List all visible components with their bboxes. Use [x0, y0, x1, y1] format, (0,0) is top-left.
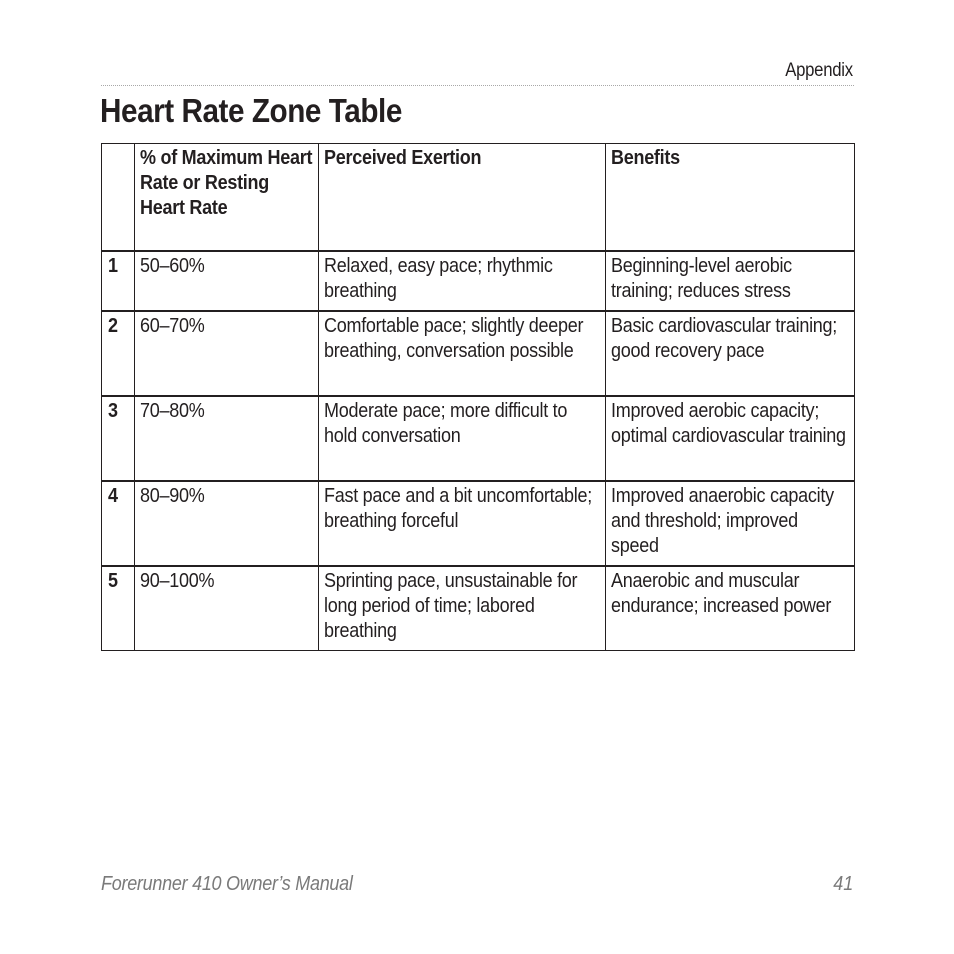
table-row: 4 80–90% Fast pace and a bit uncomfortab… — [101, 480, 855, 567]
exertion-cell: Moderate pace; more difficult to hold co… — [318, 395, 606, 482]
table-row: 5 90–100% Sprinting pace, unsustainable … — [101, 565, 855, 651]
exertion-cell: Sprinting pace, unsustainable for long p… — [318, 565, 606, 651]
percent-cell: 70–80% — [134, 395, 319, 482]
percent-cell: 90–100% — [134, 565, 319, 651]
benefits-cell: Beginning-level aerobic training; reduce… — [605, 250, 855, 312]
table-row: 3 70–80% Moderate pace; more difficult t… — [101, 395, 855, 482]
page-title: Heart Rate Zone Table — [100, 92, 402, 129]
column-header-zone — [101, 143, 135, 252]
zone-cell: 2 — [101, 310, 135, 397]
percent-cell: 60–70% — [134, 310, 319, 397]
table-row: 2 60–70% Comfortable pace; slightly deep… — [101, 310, 855, 397]
exertion-cell: Fast pace and a bit uncomfortable; breat… — [318, 480, 606, 567]
exertion-cell: Relaxed, easy pace; rhythmic breathing — [318, 250, 606, 312]
percent-cell: 80–90% — [134, 480, 319, 567]
column-header-percent: % of Maximum Heart Rate or Resting Heart… — [134, 143, 319, 252]
table-row: 1 50–60% Relaxed, easy pace; rhythmic br… — [101, 250, 855, 312]
section-label: Appendix — [785, 60, 853, 81]
zone-cell: 3 — [101, 395, 135, 482]
benefits-cell: Basic cardiovascular training; good reco… — [605, 310, 855, 397]
footer-manual-title: Forerunner 410 Owner’s Manual — [101, 873, 353, 895]
benefits-cell: Anaerobic and muscular endurance; increa… — [605, 565, 855, 651]
page-number: 41 — [832, 873, 853, 895]
zone-cell: 5 — [101, 565, 135, 651]
zone-cell: 4 — [101, 480, 135, 567]
benefits-cell: Improved anaerobic capacity and threshol… — [605, 480, 855, 567]
table-header-row: % of Maximum Heart Rate or Resting Heart… — [101, 143, 855, 252]
heart-rate-zone-table: % of Maximum Heart Rate or Resting Heart… — [101, 143, 855, 651]
zone-cell: 1 — [101, 250, 135, 312]
exertion-cell: Comfortable pace; slightly deeper breath… — [318, 310, 606, 397]
benefits-cell: Improved aerobic capacity; optimal cardi… — [605, 395, 855, 482]
header-divider — [101, 85, 854, 86]
column-header-exertion: Perceived Exertion — [318, 143, 606, 252]
percent-cell: 50–60% — [134, 250, 319, 312]
column-header-benefits: Benefits — [605, 143, 855, 252]
